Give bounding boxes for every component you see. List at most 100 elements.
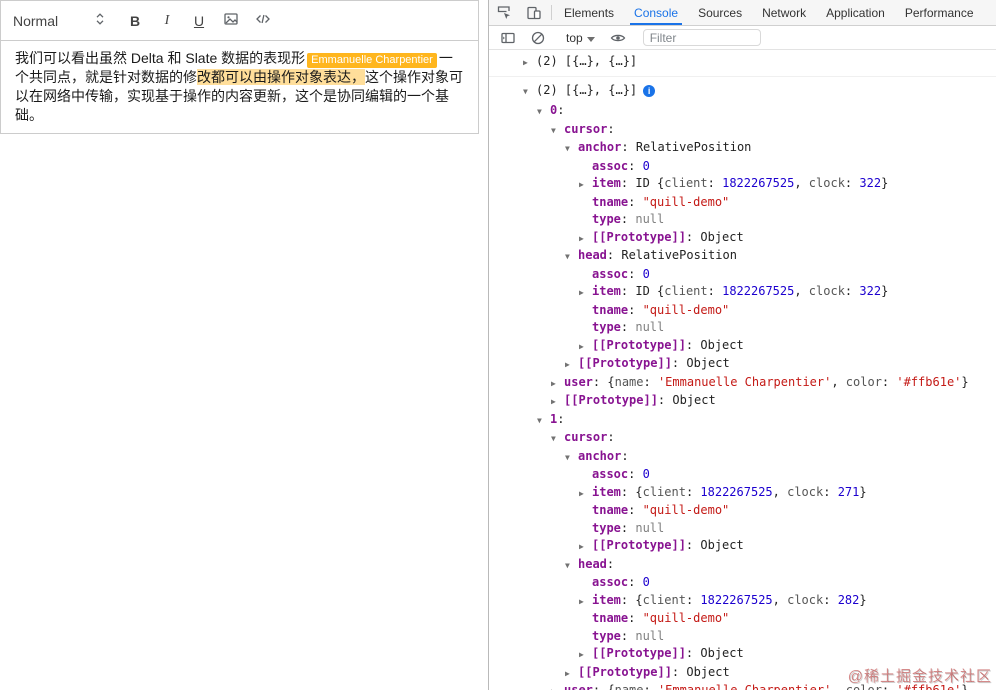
- token-plain: }: [961, 683, 969, 690]
- token-key: type: [592, 320, 621, 334]
- console-row: tname: "quill-demo": [489, 194, 996, 212]
- collapse-icon[interactable]: ▼: [551, 430, 564, 448]
- expand-icon[interactable]: ▶: [579, 338, 592, 356]
- token-key: cursor: [564, 121, 608, 136]
- token-pkey: color: [845, 683, 882, 690]
- console-row: assoc: 0: [489, 266, 996, 284]
- token-key: [[Prototype]]: [592, 538, 686, 552]
- console-row: ▶ [[Prototype]]: Object: [489, 355, 996, 374]
- collapse-icon[interactable]: ▼: [551, 122, 564, 140]
- info-icon[interactable]: i: [643, 84, 656, 97]
- collapse-icon[interactable]: ▼: [537, 412, 550, 430]
- token-key: anchor: [578, 448, 622, 463]
- italic-button[interactable]: I: [153, 9, 181, 33]
- token-num: 1822267525: [700, 484, 773, 499]
- tab-performance[interactable]: Performance: [895, 0, 984, 25]
- token-num: 0: [642, 575, 650, 589]
- token-plain: :: [606, 556, 622, 571]
- editor-content-area[interactable]: 我们可以看出虽然 Delta 和 Slate 数据的表现形 Emmanuelle …: [0, 41, 479, 134]
- console-row: ▼ 1:: [489, 411, 996, 430]
- eye-icon[interactable]: [603, 30, 633, 46]
- token-str: '#ffb61e': [896, 683, 962, 690]
- collapse-icon[interactable]: ▼: [537, 103, 550, 121]
- tab-console[interactable]: Console: [624, 0, 688, 25]
- inspect-element-icon[interactable]: [489, 0, 519, 25]
- token-plain: :: [823, 484, 838, 499]
- token-class: Object: [672, 393, 716, 407]
- token-pkey: client: [642, 484, 686, 499]
- clear-console-icon[interactable]: [523, 30, 553, 46]
- token-null: null: [635, 628, 665, 643]
- token-plain: }: [881, 176, 889, 190]
- console-sidebar-icon[interactable]: [493, 30, 523, 46]
- token-plain: :: [823, 592, 838, 607]
- collapse-icon[interactable]: ▼: [565, 140, 578, 158]
- remote-cursor-flag: Emmanuelle Charpentier: [307, 53, 437, 68]
- expand-icon[interactable]: ▶: [579, 593, 592, 611]
- collapse-icon[interactable]: ▼: [565, 449, 578, 467]
- tab-application[interactable]: Application: [816, 0, 895, 25]
- format-picker[interactable]: Normal: [13, 12, 105, 29]
- token-key: [[Prototype]]: [578, 664, 672, 679]
- token-plain: :: [557, 411, 572, 426]
- token-plain: :: [607, 430, 622, 444]
- token-pkey: name: [614, 683, 644, 690]
- tab-elements[interactable]: Elements: [554, 0, 624, 25]
- devtools-panel: Elements Console Sources Network Application…: [488, 0, 996, 690]
- token-str: "quill-demo": [642, 194, 730, 209]
- console-row: type: null: [489, 628, 996, 646]
- device-toolbar-icon[interactable]: [519, 0, 549, 25]
- expand-icon[interactable]: ▶: [551, 683, 564, 690]
- collapse-icon[interactable]: ▼: [565, 557, 578, 575]
- token-key: assoc: [592, 575, 629, 589]
- token-class: Object: [700, 538, 744, 552]
- token-plain: :: [620, 176, 636, 190]
- token-pkey: client: [664, 284, 708, 298]
- expand-icon[interactable]: ▶: [579, 485, 592, 503]
- expand-icon[interactable]: ▶: [579, 230, 592, 248]
- expand-icon[interactable]: ▶: [565, 356, 578, 374]
- token-plain: :: [685, 646, 701, 660]
- console-row: ▶ item: {client: 1822267525, clock: 271}: [489, 484, 996, 503]
- collapse-icon[interactable]: ▼: [523, 83, 536, 101]
- console-row: ▼ anchor:: [489, 448, 996, 467]
- token-plain: :: [620, 212, 636, 226]
- console-row: ▶user: {name: 'Emmanuelle Charpentier', …: [489, 682, 996, 690]
- tab-sources[interactable]: Sources: [688, 0, 752, 25]
- token-num: 1822267525: [722, 284, 795, 298]
- expand-icon[interactable]: ▶: [523, 54, 536, 72]
- devtools-tabbar: Elements Console Sources Network Application…: [489, 0, 996, 26]
- console-row: ▼ (2) [{…}, {…}] i: [489, 79, 996, 103]
- token-key: type: [592, 212, 621, 226]
- underline-button[interactable]: U: [185, 9, 213, 33]
- expand-icon[interactable]: ▶: [579, 284, 592, 302]
- token-plain: :: [620, 320, 636, 334]
- collapse-icon[interactable]: ▼: [565, 248, 578, 266]
- insert-image-button[interactable]: [217, 9, 245, 33]
- console-row: ▶ [[Prototype]]: Object: [489, 645, 996, 664]
- expand-icon[interactable]: ▶: [565, 665, 578, 683]
- token-str: 'Emmanuelle Charpentier': [657, 374, 832, 389]
- editor-toolbar: Normal B I U: [0, 0, 479, 41]
- expand-icon[interactable]: ▶: [551, 375, 564, 393]
- console-filter-input[interactable]: [642, 29, 761, 46]
- code-button[interactable]: [249, 9, 277, 33]
- token-plain: :: [657, 393, 673, 407]
- token-key: item: [592, 592, 621, 607]
- select-arrows-icon: [95, 12, 105, 29]
- execution-context-selector[interactable]: top: [566, 31, 595, 45]
- expand-icon[interactable]: ▶: [551, 393, 564, 411]
- expand-icon[interactable]: ▶: [579, 176, 592, 194]
- tab-network[interactable]: Network: [752, 0, 816, 25]
- token-plain: :: [620, 284, 636, 298]
- expand-icon[interactable]: ▶: [579, 646, 592, 664]
- expand-icon[interactable]: ▶: [579, 538, 592, 556]
- token-pkey: color: [845, 374, 882, 389]
- token-pkey: clock: [787, 592, 824, 607]
- token-null: null: [635, 320, 665, 334]
- console-row: type: null: [489, 319, 996, 337]
- token-key: head: [578, 556, 607, 571]
- token-str: 'Emmanuelle Charpentier': [657, 683, 832, 690]
- bold-button[interactable]: B: [121, 9, 149, 33]
- token-pkey: clock: [787, 484, 824, 499]
